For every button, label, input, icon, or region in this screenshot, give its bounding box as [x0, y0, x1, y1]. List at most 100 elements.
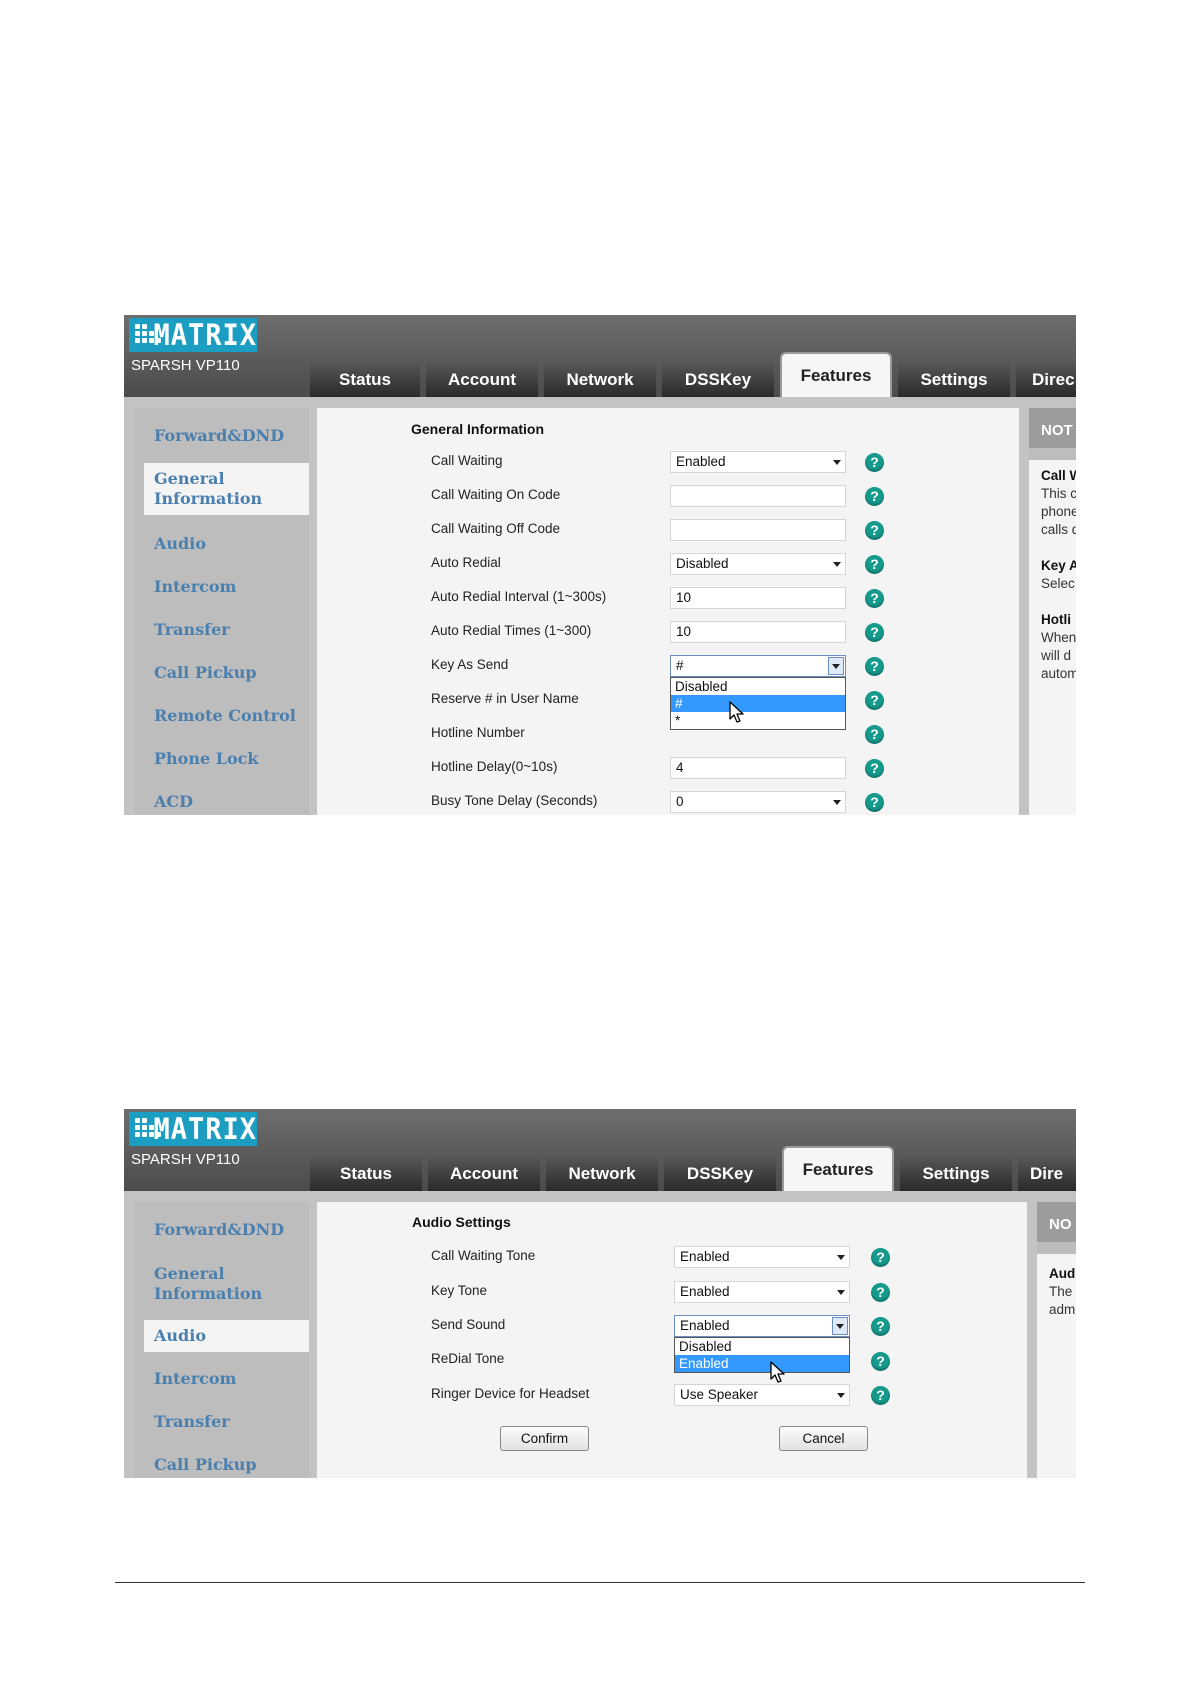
help-icon[interactable]: ? — [871, 1386, 890, 1405]
screenshot-general-information: MATRIX SPARSH VP110 Status Account Netwo… — [124, 315, 1076, 815]
sidebar-item-audio[interactable]: Audio — [144, 1320, 309, 1352]
label-call-waiting-tone: Call Waiting Tone — [431, 1248, 536, 1263]
label-call-waiting: Call Waiting — [431, 453, 503, 468]
sidebar-item-general-information[interactable]: General Information — [144, 463, 309, 515]
tab-features[interactable]: Features — [780, 352, 892, 397]
dropdown-option-star[interactable]: * — [671, 712, 845, 729]
sidebar-item-audio[interactable]: Audio — [154, 534, 206, 554]
tab-network[interactable]: Network — [544, 359, 656, 397]
sidebar-item-acd[interactable]: ACD — [154, 792, 193, 812]
tab-dsskey[interactable]: DSSKey — [662, 359, 774, 397]
tab-status[interactable]: Status — [310, 1153, 422, 1191]
sidebar-item-transfer[interactable]: Transfer — [154, 1412, 230, 1432]
auto-redial-interval-input[interactable]: 10 — [670, 587, 846, 609]
help-icon[interactable]: ? — [865, 657, 884, 676]
label-key-tone: Key Tone — [431, 1283, 488, 1298]
auto-redial-select[interactable]: Disabled — [670, 553, 846, 575]
logo-text: MATRIX — [153, 1111, 257, 1147]
tab-settings[interactable]: Settings — [898, 359, 1010, 397]
chevron-down-icon — [833, 562, 841, 567]
label-call-waiting-off-code: Call Waiting Off Code — [431, 521, 561, 536]
tab-account[interactable]: Account — [428, 1153, 540, 1191]
note-line: Key A — [1041, 558, 1076, 573]
ringer-device-value: Use Speaker — [680, 1387, 759, 1402]
note-line: phone — [1041, 504, 1076, 519]
help-icon[interactable]: ? — [865, 793, 884, 812]
matrix-logo: MATRIX — [129, 1112, 257, 1146]
label-hotline-delay: Hotline Delay(0~10s) — [431, 759, 558, 774]
notes-header: NO — [1037, 1202, 1076, 1242]
key-as-send-select[interactable]: # — [670, 655, 846, 677]
tab-account[interactable]: Account — [426, 359, 538, 397]
help-icon[interactable]: ? — [871, 1248, 890, 1267]
send-sound-dropdown: Disabled Enabled — [674, 1337, 850, 1373]
call-waiting-off-code-input[interactable] — [670, 519, 846, 541]
label-hotline-number: Hotline Number — [431, 725, 525, 740]
dropdown-button[interactable] — [832, 1317, 848, 1335]
help-icon[interactable]: ? — [871, 1283, 890, 1302]
note-line: When — [1041, 630, 1076, 645]
sidebar-item-call-pickup[interactable]: Call Pickup — [154, 663, 257, 683]
help-icon[interactable]: ? — [865, 487, 884, 506]
sidebar-item-remote-control[interactable]: Remote Control — [154, 706, 296, 726]
help-icon[interactable]: ? — [865, 725, 884, 744]
help-icon[interactable]: ? — [865, 623, 884, 642]
notes-body: Call W This c phone calls d Key A Selec … — [1029, 460, 1076, 815]
dropdown-option-enabled[interactable]: Enabled — [675, 1355, 849, 1372]
label-send-sound: Send Sound — [431, 1317, 506, 1332]
mouse-pointer-icon — [770, 1361, 785, 1383]
busy-tone-delay-value: 0 — [676, 794, 684, 809]
sidebar-item-forward-dnd[interactable]: Forward&DND — [154, 426, 284, 446]
cancel-button[interactable]: Cancel — [779, 1426, 868, 1451]
note-line: The — [1049, 1284, 1073, 1299]
help-icon[interactable]: ? — [871, 1317, 890, 1336]
confirm-button[interactable]: Confirm — [500, 1426, 589, 1451]
chevron-down-icon — [837, 1290, 845, 1295]
hotline-delay-input[interactable]: 4 — [670, 757, 846, 779]
call-waiting-value: Enabled — [676, 454, 726, 469]
help-icon[interactable]: ? — [865, 589, 884, 608]
chevron-down-icon — [837, 1255, 845, 1260]
dropdown-option-disabled[interactable]: Disabled — [675, 1338, 849, 1355]
help-icon[interactable]: ? — [865, 453, 884, 472]
tab-directory[interactable]: Dire — [1018, 1153, 1076, 1191]
dropdown-button[interactable] — [828, 657, 844, 675]
sidebar-item-intercom[interactable]: Intercom — [154, 577, 236, 597]
tab-directory[interactable]: Direc — [1016, 359, 1076, 397]
note-line: will d — [1041, 648, 1072, 663]
send-sound-select[interactable]: Enabled — [674, 1315, 850, 1337]
help-icon[interactable]: ? — [871, 1352, 890, 1371]
chevron-down-icon — [832, 664, 840, 669]
tab-bar: Status Account Network DSSKey Features S… — [310, 352, 1076, 397]
busy-tone-delay-select[interactable]: 0 — [670, 791, 846, 813]
sidebar-item-intercom[interactable]: Intercom — [154, 1369, 236, 1389]
key-tone-select[interactable]: Enabled — [674, 1281, 850, 1303]
logo-dots-icon — [133, 1115, 161, 1143]
sidebar-item-general-information[interactable]: General Information — [154, 1264, 294, 1304]
header-bar: MATRIX SPARSH VP110 Status Account Netwo… — [124, 315, 1076, 397]
note-line: autom — [1041, 666, 1076, 681]
call-waiting-select[interactable]: Enabled — [670, 451, 846, 473]
dropdown-option-hash[interactable]: # — [671, 695, 845, 712]
call-waiting-on-code-input[interactable] — [670, 485, 846, 507]
auto-redial-times-input[interactable]: 10 — [670, 621, 846, 643]
sidebar-item-forward-dnd[interactable]: Forward&DND — [154, 1220, 284, 1240]
tab-settings[interactable]: Settings — [900, 1153, 1012, 1191]
tab-features[interactable]: Features — [782, 1146, 894, 1191]
dropdown-option-disabled[interactable]: Disabled — [671, 678, 845, 695]
help-icon[interactable]: ? — [865, 759, 884, 778]
mouse-pointer-icon — [729, 701, 744, 723]
help-icon[interactable]: ? — [865, 555, 884, 574]
call-waiting-tone-select[interactable]: Enabled — [674, 1246, 850, 1268]
tab-network[interactable]: Network — [546, 1153, 658, 1191]
ringer-device-select[interactable]: Use Speaker — [674, 1384, 850, 1406]
sidebar-item-phone-lock[interactable]: Phone Lock — [154, 749, 258, 769]
note-line: Call W — [1041, 468, 1076, 483]
tab-status[interactable]: Status — [310, 359, 420, 397]
tab-dsskey[interactable]: DSSKey — [664, 1153, 776, 1191]
sidebar-item-call-pickup[interactable]: Call Pickup — [154, 1455, 257, 1475]
tab-bar: Status Account Network DSSKey Features S… — [310, 1146, 1076, 1191]
help-icon[interactable]: ? — [865, 691, 884, 710]
help-icon[interactable]: ? — [865, 521, 884, 540]
sidebar-item-transfer[interactable]: Transfer — [154, 620, 230, 640]
